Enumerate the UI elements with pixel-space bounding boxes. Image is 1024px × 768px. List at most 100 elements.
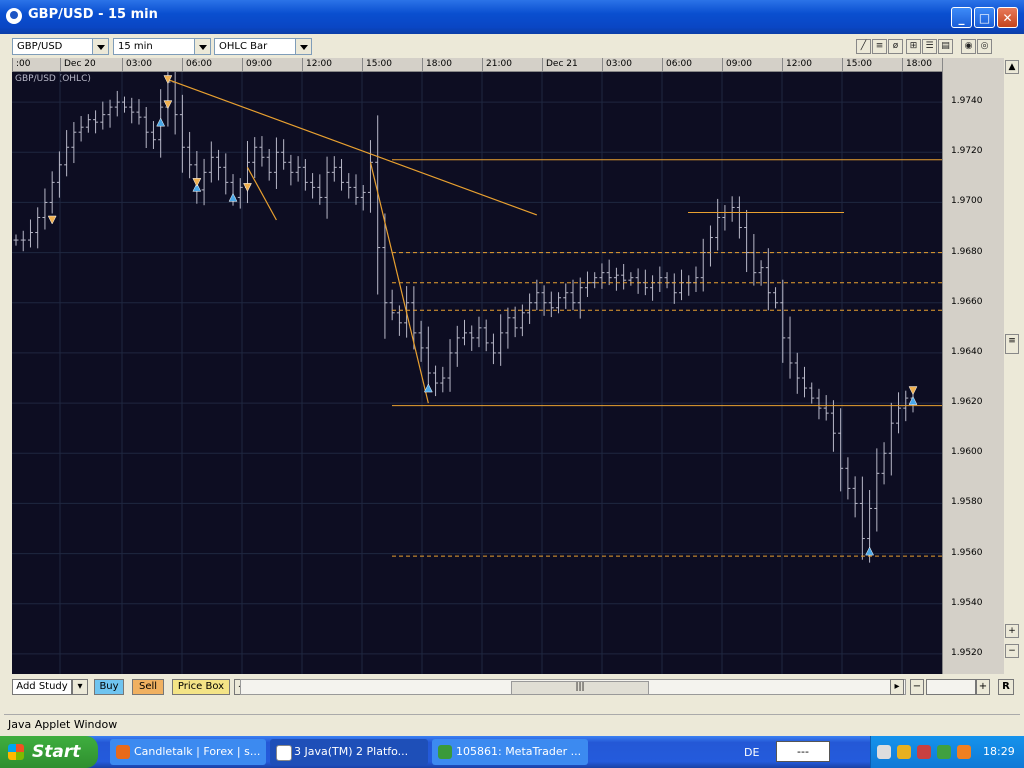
language-box[interactable]: ---: [776, 741, 830, 762]
line-tool-icon[interactable]: ╱: [856, 39, 871, 54]
horizontal-scrollbar[interactable]: |||: [240, 679, 906, 695]
reset-button[interactable]: R: [998, 679, 1014, 695]
time-tick-label: 03:00: [122, 58, 152, 71]
minimize-button[interactable]: _: [951, 7, 972, 28]
time-tick-label: 15:00: [362, 58, 392, 71]
time-tick-label: 09:00: [242, 58, 272, 71]
buy-signal-marker: [865, 546, 875, 556]
task-label: 3 Java(TM) 2 Platfo...: [294, 745, 409, 758]
system-tray: 18:29: [870, 736, 1024, 768]
scroll-right-icon[interactable]: ▸: [890, 679, 904, 695]
symbol-select[interactable]: GBP/USD: [12, 38, 109, 55]
price-axis: 1.9740 1.9720 1.9700 1.9680 1.9660 1.9640 1.96…: [942, 58, 1005, 674]
window-icon: [276, 745, 292, 761]
applet-status: Java Applet Window: [4, 714, 1020, 736]
scroll-thumb[interactable]: |||: [511, 681, 649, 695]
zoom-out-tool-icon[interactable]: ◎: [977, 39, 992, 54]
volume-icon[interactable]: [897, 745, 911, 759]
time-tick-label: :00: [12, 58, 30, 71]
price-tick-label: 1.9640: [951, 346, 983, 357]
symbol-value: GBP/USD: [17, 41, 63, 52]
zoom-out-button[interactable]: −: [910, 679, 924, 695]
price-tick-label: 1.9680: [951, 246, 983, 257]
time-tick-label: 09:00: [722, 58, 752, 71]
table-tool-icon[interactable]: ▤: [938, 39, 953, 54]
update-icon[interactable]: [937, 745, 951, 759]
task-java[interactable]: 3 Java(TM) 2 Platfo...: [270, 739, 428, 765]
chart-area[interactable]: :00 Dec 20 03:00 06:00 09:00 12:00 15:00 18:00 2…: [12, 58, 1005, 674]
start-button[interactable]: Start: [0, 736, 98, 768]
buy-signal-marker: [423, 383, 433, 393]
chevron-down-icon[interactable]: [295, 39, 311, 54]
vertical-zoom-bar[interactable]: ▲ ≡ + −: [1004, 58, 1020, 674]
price-tick-label: 1.9520: [951, 647, 983, 658]
task-metatrader[interactable]: 105861: MetaTrader ...: [432, 739, 588, 765]
period-select[interactable]: 15 min: [113, 38, 211, 55]
time-tick-label: 15:00: [842, 58, 872, 71]
window-body: GBP/USD 15 min OHLC Bar ╱ ≡ ø ⊞ ☰ ▤ ◉ ◎ …: [4, 34, 1020, 736]
time-tick-label: 18:00: [902, 58, 932, 71]
scroll-thumb[interactable]: ≡: [1005, 334, 1019, 354]
zoom-in-icon[interactable]: +: [1005, 624, 1019, 638]
sell-button[interactable]: Sell: [132, 679, 164, 695]
ohlc-chart[interactable]: GBP/USD (OHLC): [12, 72, 942, 674]
firefox-icon: [116, 745, 130, 759]
time-tick-label: Dec 21: [542, 58, 578, 71]
channel-tool-icon[interactable]: ≡: [872, 39, 887, 54]
sell-signal-marker: [47, 215, 57, 225]
time-tick-label: 06:00: [662, 58, 692, 71]
price-box-button[interactable]: Price Box: [172, 679, 230, 695]
applet-status-text: Java Applet Window: [8, 718, 118, 731]
sell-signal-marker: [192, 178, 202, 187]
price-tick-label: 1.9540: [951, 597, 983, 608]
network-icon[interactable]: [877, 745, 891, 759]
windows-logo-icon: [8, 744, 24, 760]
grid-tool-icon[interactable]: ⊞: [906, 39, 921, 54]
task-firefox[interactable]: Candletalk | Forex | s...: [110, 739, 266, 765]
series-label: GBP/USD (OHLC): [15, 74, 91, 84]
trend-line: [246, 167, 277, 221]
time-tick-label: 06:00: [182, 58, 212, 71]
close-button[interactable]: ✕: [997, 7, 1018, 28]
zoom-in-tool-icon[interactable]: ◉: [961, 39, 976, 54]
chart-bottom-bar: Add Study ▾ Buy Sell Price Box ◂ ||| ▸ −…: [4, 676, 1020, 696]
price-tick-label: 1.9580: [951, 497, 983, 508]
time-tick-label: 21:00: [482, 58, 512, 71]
zoom-in-button[interactable]: +: [976, 679, 990, 695]
plot-area[interactable]: GBP/USD (OHLC): [12, 72, 942, 674]
chart-type-select[interactable]: OHLC Bar: [214, 38, 312, 55]
chevron-down-icon[interactable]: [194, 39, 210, 54]
window-title: GBP/USD - 15 min: [28, 7, 158, 22]
time-tick-label: 18:00: [422, 58, 452, 71]
price-tick-label: 1.9740: [951, 96, 983, 107]
time-axis: :00 Dec 20 03:00 06:00 09:00 12:00 15:00 18:00 2…: [12, 58, 942, 72]
zoom-out-icon[interactable]: −: [1005, 644, 1019, 658]
price-tick-label: 1.9660: [951, 296, 983, 307]
buy-signal-marker: [228, 192, 238, 202]
chart-toolbar: GBP/USD 15 min OHLC Bar ╱ ≡ ø ⊞ ☰ ▤ ◉ ◎: [4, 34, 1020, 58]
firewall-icon[interactable]: [957, 745, 971, 759]
add-study-button[interactable]: Add Study: [12, 679, 72, 695]
period-value: 15 min: [118, 41, 153, 52]
price-tick-label: 1.9700: [951, 196, 983, 207]
levels-tool-icon[interactable]: ☰: [922, 39, 937, 54]
chevron-down-icon[interactable]: ▾: [72, 679, 88, 695]
security-icon[interactable]: [917, 745, 931, 759]
start-label: Start: [32, 742, 81, 762]
window-titlebar: GBP/USD - 15 min _ □ ✕: [0, 0, 1024, 34]
buy-signal-marker: [908, 396, 918, 405]
time-tick-label: 12:00: [782, 58, 812, 71]
buy-button[interactable]: Buy: [94, 679, 124, 695]
sell-signal-marker: [163, 75, 173, 85]
chevron-down-icon[interactable]: [92, 39, 108, 54]
scroll-up-icon[interactable]: ▲: [1005, 60, 1019, 74]
price-tick-label: 1.9560: [951, 547, 983, 558]
metatrader-icon: [438, 745, 452, 759]
maximize-button[interactable]: □: [974, 7, 995, 28]
sell-signal-marker: [243, 183, 252, 192]
chart-type-value: OHLC Bar: [219, 41, 268, 52]
clock: 18:29: [983, 745, 1015, 758]
language-indicator[interactable]: DE: [744, 746, 759, 759]
zoom-slider[interactable]: [926, 679, 976, 695]
fibonacci-tool-icon[interactable]: ø: [888, 39, 903, 54]
